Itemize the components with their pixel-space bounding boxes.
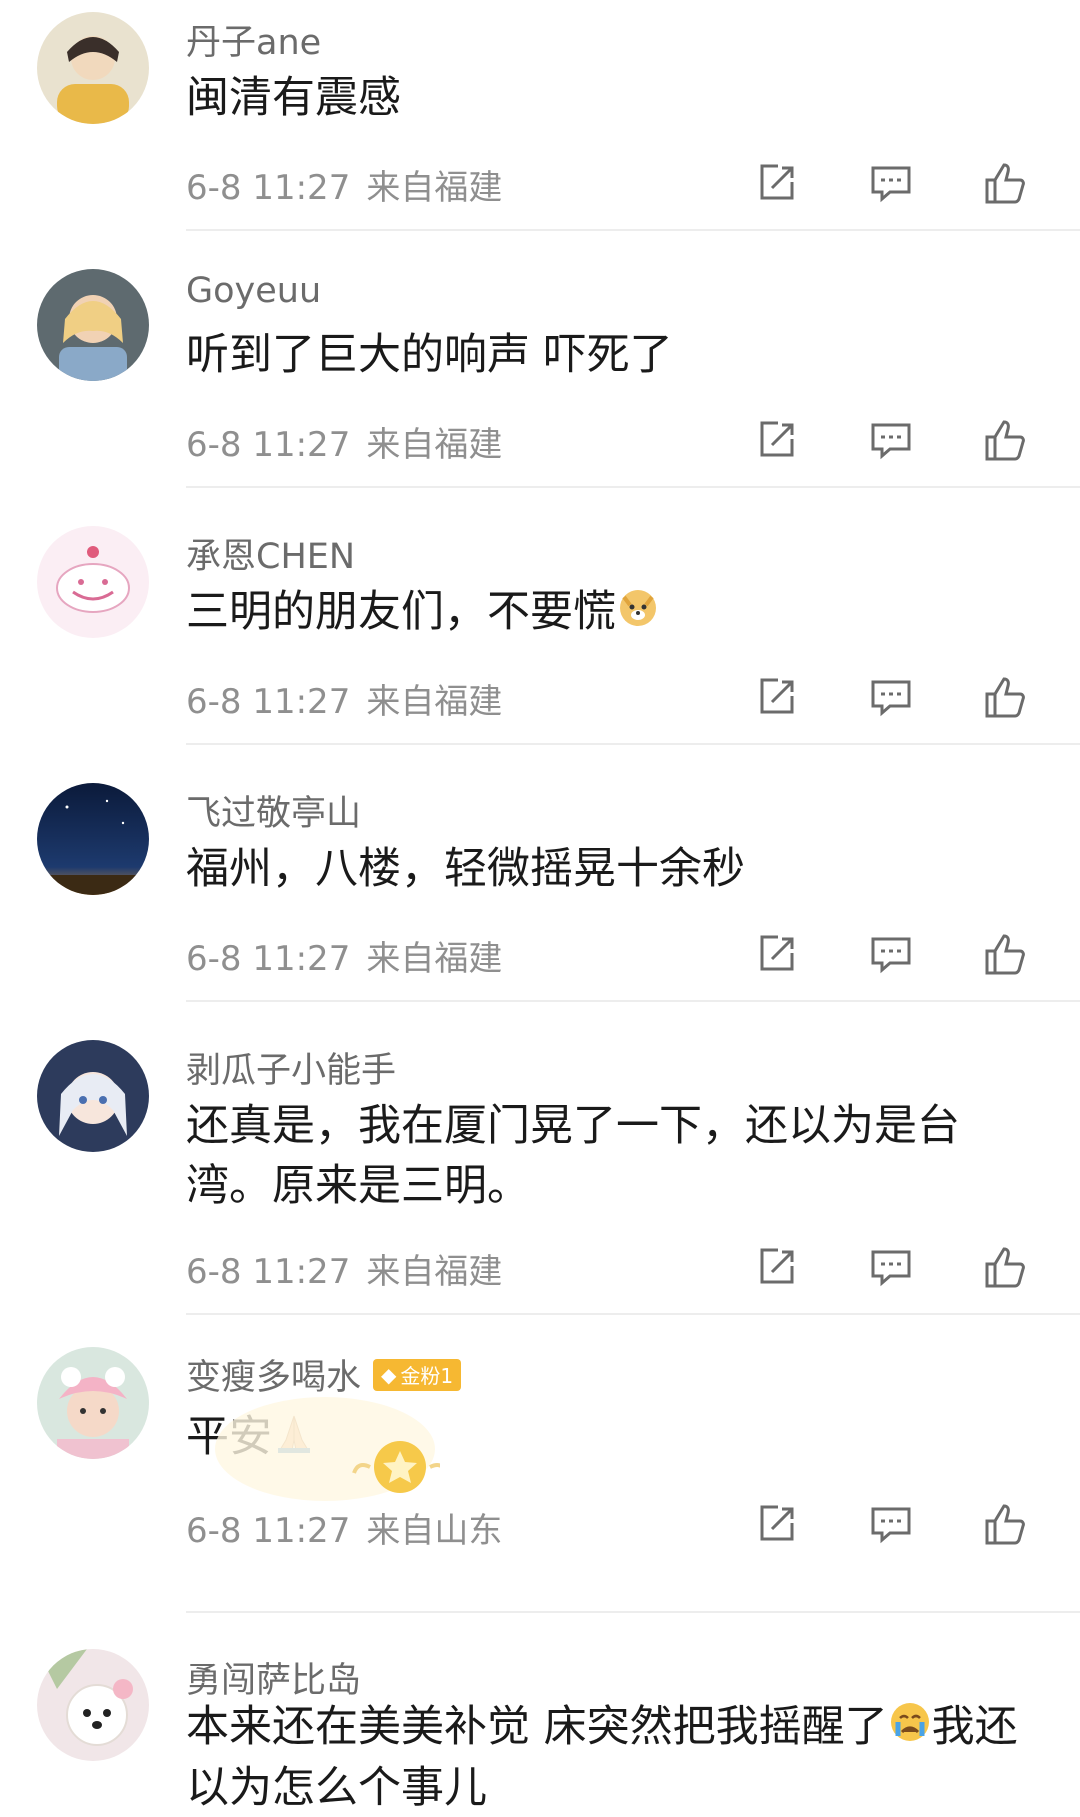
comment-meta: 6-8 11:27 来自山东 bbox=[186, 1503, 502, 1552]
like-icon[interactable] bbox=[982, 1244, 1028, 1290]
username[interactable]: 勇闯萨比岛 bbox=[186, 1652, 361, 1703]
divider bbox=[186, 1611, 1080, 1613]
comment-text: 还真是，我在厦门晃了一下，还以为是台湾。原来是三明。 bbox=[186, 1101, 960, 1211]
avatar[interactable] bbox=[37, 783, 149, 895]
location: 来自福建 bbox=[366, 939, 503, 979]
location: 来自福建 bbox=[366, 682, 503, 722]
avatar[interactable] bbox=[37, 1347, 149, 1459]
comment-icon[interactable] bbox=[868, 674, 914, 720]
location: 来自山东 bbox=[366, 1511, 503, 1551]
timestamp: 6-8 11:27 bbox=[186, 1511, 351, 1551]
location: 来自福建 bbox=[366, 1252, 503, 1292]
username-text[interactable]: Goyeuu bbox=[186, 271, 321, 311]
comment-text: 福州，八楼，轻微摇晃十余秒 bbox=[186, 844, 745, 894]
comment-text: 听到了巨大的响声 吓死了 bbox=[186, 330, 673, 380]
comment-icon[interactable] bbox=[868, 1501, 914, 1547]
username-text[interactable]: 飞过敬亭山 bbox=[186, 785, 361, 836]
comment-text: 闽清有震感 bbox=[186, 73, 401, 123]
like-icon[interactable] bbox=[982, 160, 1028, 206]
timestamp: 6-8 11:27 bbox=[186, 1252, 351, 1292]
share-icon[interactable] bbox=[754, 1501, 800, 1547]
comment-text-body: 本来还在美美补觉 床突然把我摇醒了 bbox=[186, 1702, 888, 1752]
fan-badge[interactable]: ◆ 金粉1 bbox=[373, 1358, 462, 1391]
share-icon[interactable] bbox=[754, 417, 800, 463]
divider bbox=[186, 743, 1080, 745]
divider bbox=[186, 1313, 1080, 1315]
username-text[interactable]: 丹子ane bbox=[186, 14, 321, 65]
comment-meta: 6-8 11:27 来自福建 bbox=[186, 931, 502, 980]
share-icon[interactable] bbox=[754, 931, 800, 977]
comment-icon[interactable] bbox=[868, 1244, 914, 1290]
comment-text: 本来还在美美补觉 床突然把我摇醒了 我还以为怎么个事儿 bbox=[186, 1698, 1036, 1817]
share-icon[interactable] bbox=[754, 674, 800, 720]
comment-text: 三明的朋友们，不要慌 bbox=[186, 582, 1040, 645]
username[interactable]: 丹子ane bbox=[186, 14, 321, 65]
comment-meta: 6-8 11:27 来自福建 bbox=[186, 674, 502, 723]
share-icon[interactable] bbox=[754, 160, 800, 206]
timestamp: 6-8 11:27 bbox=[186, 168, 351, 208]
vip-sticker bbox=[210, 1389, 448, 1513]
comment-actions bbox=[754, 674, 1028, 720]
comment-meta: 6-8 11:27 来自福建 bbox=[186, 417, 502, 466]
location: 来自福建 bbox=[366, 425, 503, 465]
username[interactable]: 飞过敬亭山 bbox=[186, 785, 361, 836]
like-icon[interactable] bbox=[982, 1501, 1028, 1547]
timestamp: 6-8 11:27 bbox=[186, 425, 351, 465]
comment-text-body: 三明的朋友们，不要慌 bbox=[186, 587, 616, 637]
badge-label: 金粉1 bbox=[400, 1364, 454, 1388]
username-text[interactable]: 勇闯萨比岛 bbox=[186, 1652, 361, 1703]
like-icon[interactable] bbox=[982, 931, 1028, 977]
crying-emoji bbox=[888, 1700, 932, 1759]
avatar[interactable] bbox=[37, 1649, 149, 1761]
username[interactable]: Goyeuu bbox=[186, 271, 321, 311]
comment-meta: 6-8 11:27 来自福建 bbox=[186, 1244, 502, 1293]
comment-actions bbox=[754, 417, 1028, 463]
like-icon[interactable] bbox=[982, 417, 1028, 463]
avatar[interactable] bbox=[37, 1040, 149, 1152]
comment-actions bbox=[754, 1244, 1028, 1290]
timestamp: 6-8 11:27 bbox=[186, 682, 351, 722]
username[interactable]: 承恩CHEN bbox=[186, 528, 355, 579]
avatar[interactable] bbox=[37, 526, 149, 638]
comment-icon[interactable] bbox=[868, 160, 914, 206]
doge-emoji bbox=[616, 585, 660, 645]
comment-meta: 6-8 11:27 来自福建 bbox=[186, 160, 502, 209]
like-icon[interactable] bbox=[982, 674, 1028, 720]
divider bbox=[186, 1000, 1080, 1002]
timestamp: 6-8 11:27 bbox=[186, 939, 351, 979]
comment-actions bbox=[754, 160, 1028, 206]
comment-feed: 丹子ane 闽清有震感 6-8 11:27 来自福建 Goyeuu 听到了巨大的响… bbox=[0, 0, 1080, 1816]
comment-actions bbox=[754, 1501, 1028, 1547]
avatar[interactable] bbox=[37, 269, 149, 381]
divider bbox=[186, 486, 1080, 488]
username-text[interactable]: 剥瓜子小能手 bbox=[186, 1042, 396, 1093]
badge-gem-icon: ◆ bbox=[381, 1362, 397, 1387]
comment-icon[interactable] bbox=[868, 417, 914, 463]
comment-actions bbox=[754, 931, 1028, 977]
username[interactable]: 剥瓜子小能手 bbox=[186, 1042, 396, 1093]
location: 来自福建 bbox=[366, 168, 503, 208]
divider bbox=[186, 229, 1080, 231]
share-icon[interactable] bbox=[754, 1244, 800, 1290]
avatar[interactable] bbox=[37, 12, 149, 124]
username-text[interactable]: 承恩CHEN bbox=[186, 528, 355, 579]
comment-icon[interactable] bbox=[868, 931, 914, 977]
